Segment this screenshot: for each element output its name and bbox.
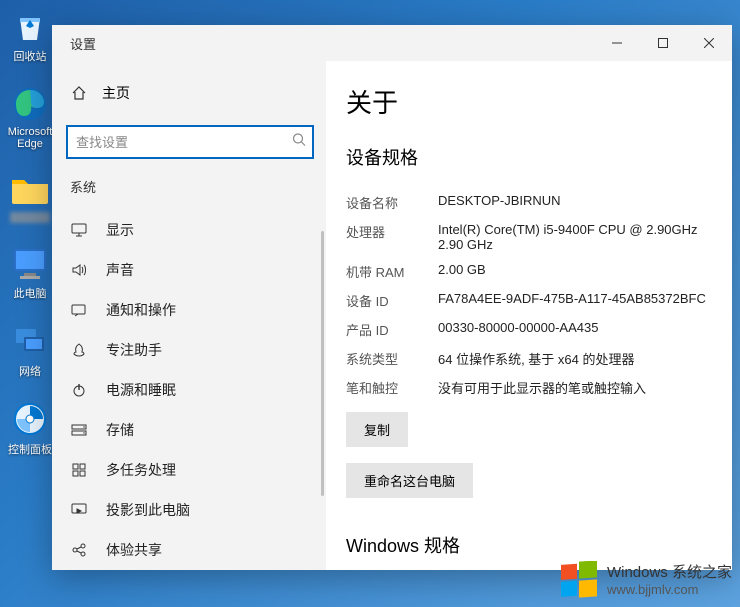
spec-row-processor: 处理器Intel(R) Core(TM) i5-9400F CPU @ 2.90… [346, 217, 712, 257]
watermark: Windows 系统之家 www.bjjmlv.com [559, 561, 732, 601]
notifications-icon [70, 303, 88, 317]
nav-power-sleep[interactable]: 电源和睡眠 [66, 370, 314, 410]
nav-storage[interactable]: 存储 [66, 410, 314, 450]
home-label: 主页 [102, 83, 130, 103]
close-button[interactable] [686, 25, 732, 61]
nav-label: 多任务处理 [106, 460, 176, 480]
window-controls [594, 25, 732, 61]
desktop-edge[interactable]: Microsoft Edge [4, 84, 56, 150]
scrollbar-thumb[interactable] [321, 231, 324, 496]
spec-row-ram: 机带 RAM2.00 GB [346, 257, 712, 286]
section-system: 系统 [66, 169, 314, 210]
nav-label: 专注助手 [106, 340, 162, 360]
minimize-icon [612, 38, 622, 48]
spec-row-pen-touch: 笔和触控没有可用于此显示器的笔或触控输入 [346, 373, 712, 402]
settings-window: 设置 主页 [52, 25, 732, 570]
maximize-button[interactable] [640, 25, 686, 61]
spec-row-system-type: 系统类型64 位操作系统, 基于 x64 的处理器 [346, 344, 712, 373]
home-link[interactable]: 主页 [66, 75, 314, 111]
close-icon [704, 38, 714, 48]
desktop-folder[interactable] [4, 170, 56, 223]
nav-label: 投影到此电脑 [106, 500, 190, 520]
spec-row-device-name: 设备名称DESKTOP-JBIRNUN [346, 188, 712, 217]
nav-label: 声音 [106, 260, 134, 280]
nav-focus-assist[interactable]: 专注助手 [66, 330, 314, 370]
home-icon [70, 85, 88, 101]
this-pc-icon [10, 243, 50, 283]
device-spec-table: 设备名称DESKTOP-JBIRNUN 处理器Intel(R) Core(TM)… [346, 188, 712, 402]
recycle-bin-icon [10, 6, 50, 46]
storage-icon [70, 424, 88, 436]
projecting-icon [70, 503, 88, 517]
multitask-icon [70, 463, 88, 477]
watermark-text: Windows 系统之家 www.bjjmlv.com [607, 564, 732, 599]
titlebar[interactable]: 设置 [52, 25, 732, 61]
nav-sound[interactable]: 声音 [66, 250, 314, 290]
windows-spec-heading: Windows 规格 [346, 532, 712, 558]
minimize-button[interactable] [594, 25, 640, 61]
window-title: 设置 [70, 34, 594, 53]
control-panel-icon [10, 399, 50, 439]
device-spec-heading: 设备规格 [346, 144, 712, 170]
windows-logo-icon [559, 561, 599, 601]
desktop-icons: 回收站 Microsoft Edge 此电脑 网络 控制面板 [0, 0, 60, 607]
nav-notifications[interactable]: 通知和操作 [66, 290, 314, 330]
maximize-icon [658, 38, 668, 48]
desktop-network[interactable]: 网络 [4, 321, 56, 379]
spec-row-device-id: 设备 IDFA78A4EE-9ADF-475B-A117-45AB85372BF… [346, 286, 712, 315]
page-title: 关于 [346, 83, 712, 120]
sound-icon [70, 263, 88, 277]
watermark-title: Windows 系统之家 [607, 564, 732, 583]
nav-label: 显示 [106, 220, 134, 240]
content-about: 关于 设备规格 设备名称DESKTOP-JBIRNUN 处理器Intel(R) … [326, 61, 732, 570]
copy-button[interactable]: 复制 [346, 412, 408, 447]
nav-display[interactable]: 显示 [66, 210, 314, 250]
sidebar: 主页 系统 显示 声音 通知和操作 [52, 61, 326, 570]
nav-shared-experiences[interactable]: 体验共享 [66, 530, 314, 570]
focus-icon [70, 343, 88, 357]
power-icon [70, 383, 88, 397]
edge-icon [10, 84, 50, 124]
shared-icon [70, 543, 88, 557]
nav-multitasking[interactable]: 多任务处理 [66, 450, 314, 490]
network-icon [10, 321, 50, 361]
search-icon [292, 133, 306, 152]
nav-label: 存储 [106, 420, 134, 440]
nav-projecting[interactable]: 投影到此电脑 [66, 490, 314, 530]
nav-list: 显示 声音 通知和操作 专注助手 电源和睡眠 [66, 210, 314, 570]
desktop-folder-label-blurred [10, 212, 50, 223]
rename-pc-button[interactable]: 重命名这台电脑 [346, 463, 473, 498]
display-icon [70, 223, 88, 237]
watermark-url: www.bjjmlv.com [607, 582, 732, 598]
desktop-this-pc[interactable]: 此电脑 [4, 243, 56, 301]
nav-label: 电源和睡眠 [106, 380, 176, 400]
search-wrap [66, 125, 314, 159]
nav-label: 通知和操作 [106, 300, 176, 320]
search-input[interactable] [66, 125, 314, 159]
folder-icon [10, 170, 50, 210]
spec-row-product-id: 产品 ID00330-80000-00000-AA435 [346, 315, 712, 344]
desktop-control-panel[interactable]: 控制面板 [4, 399, 56, 457]
nav-label: 体验共享 [106, 540, 162, 560]
desktop-recycle-bin[interactable]: 回收站 [4, 6, 56, 64]
